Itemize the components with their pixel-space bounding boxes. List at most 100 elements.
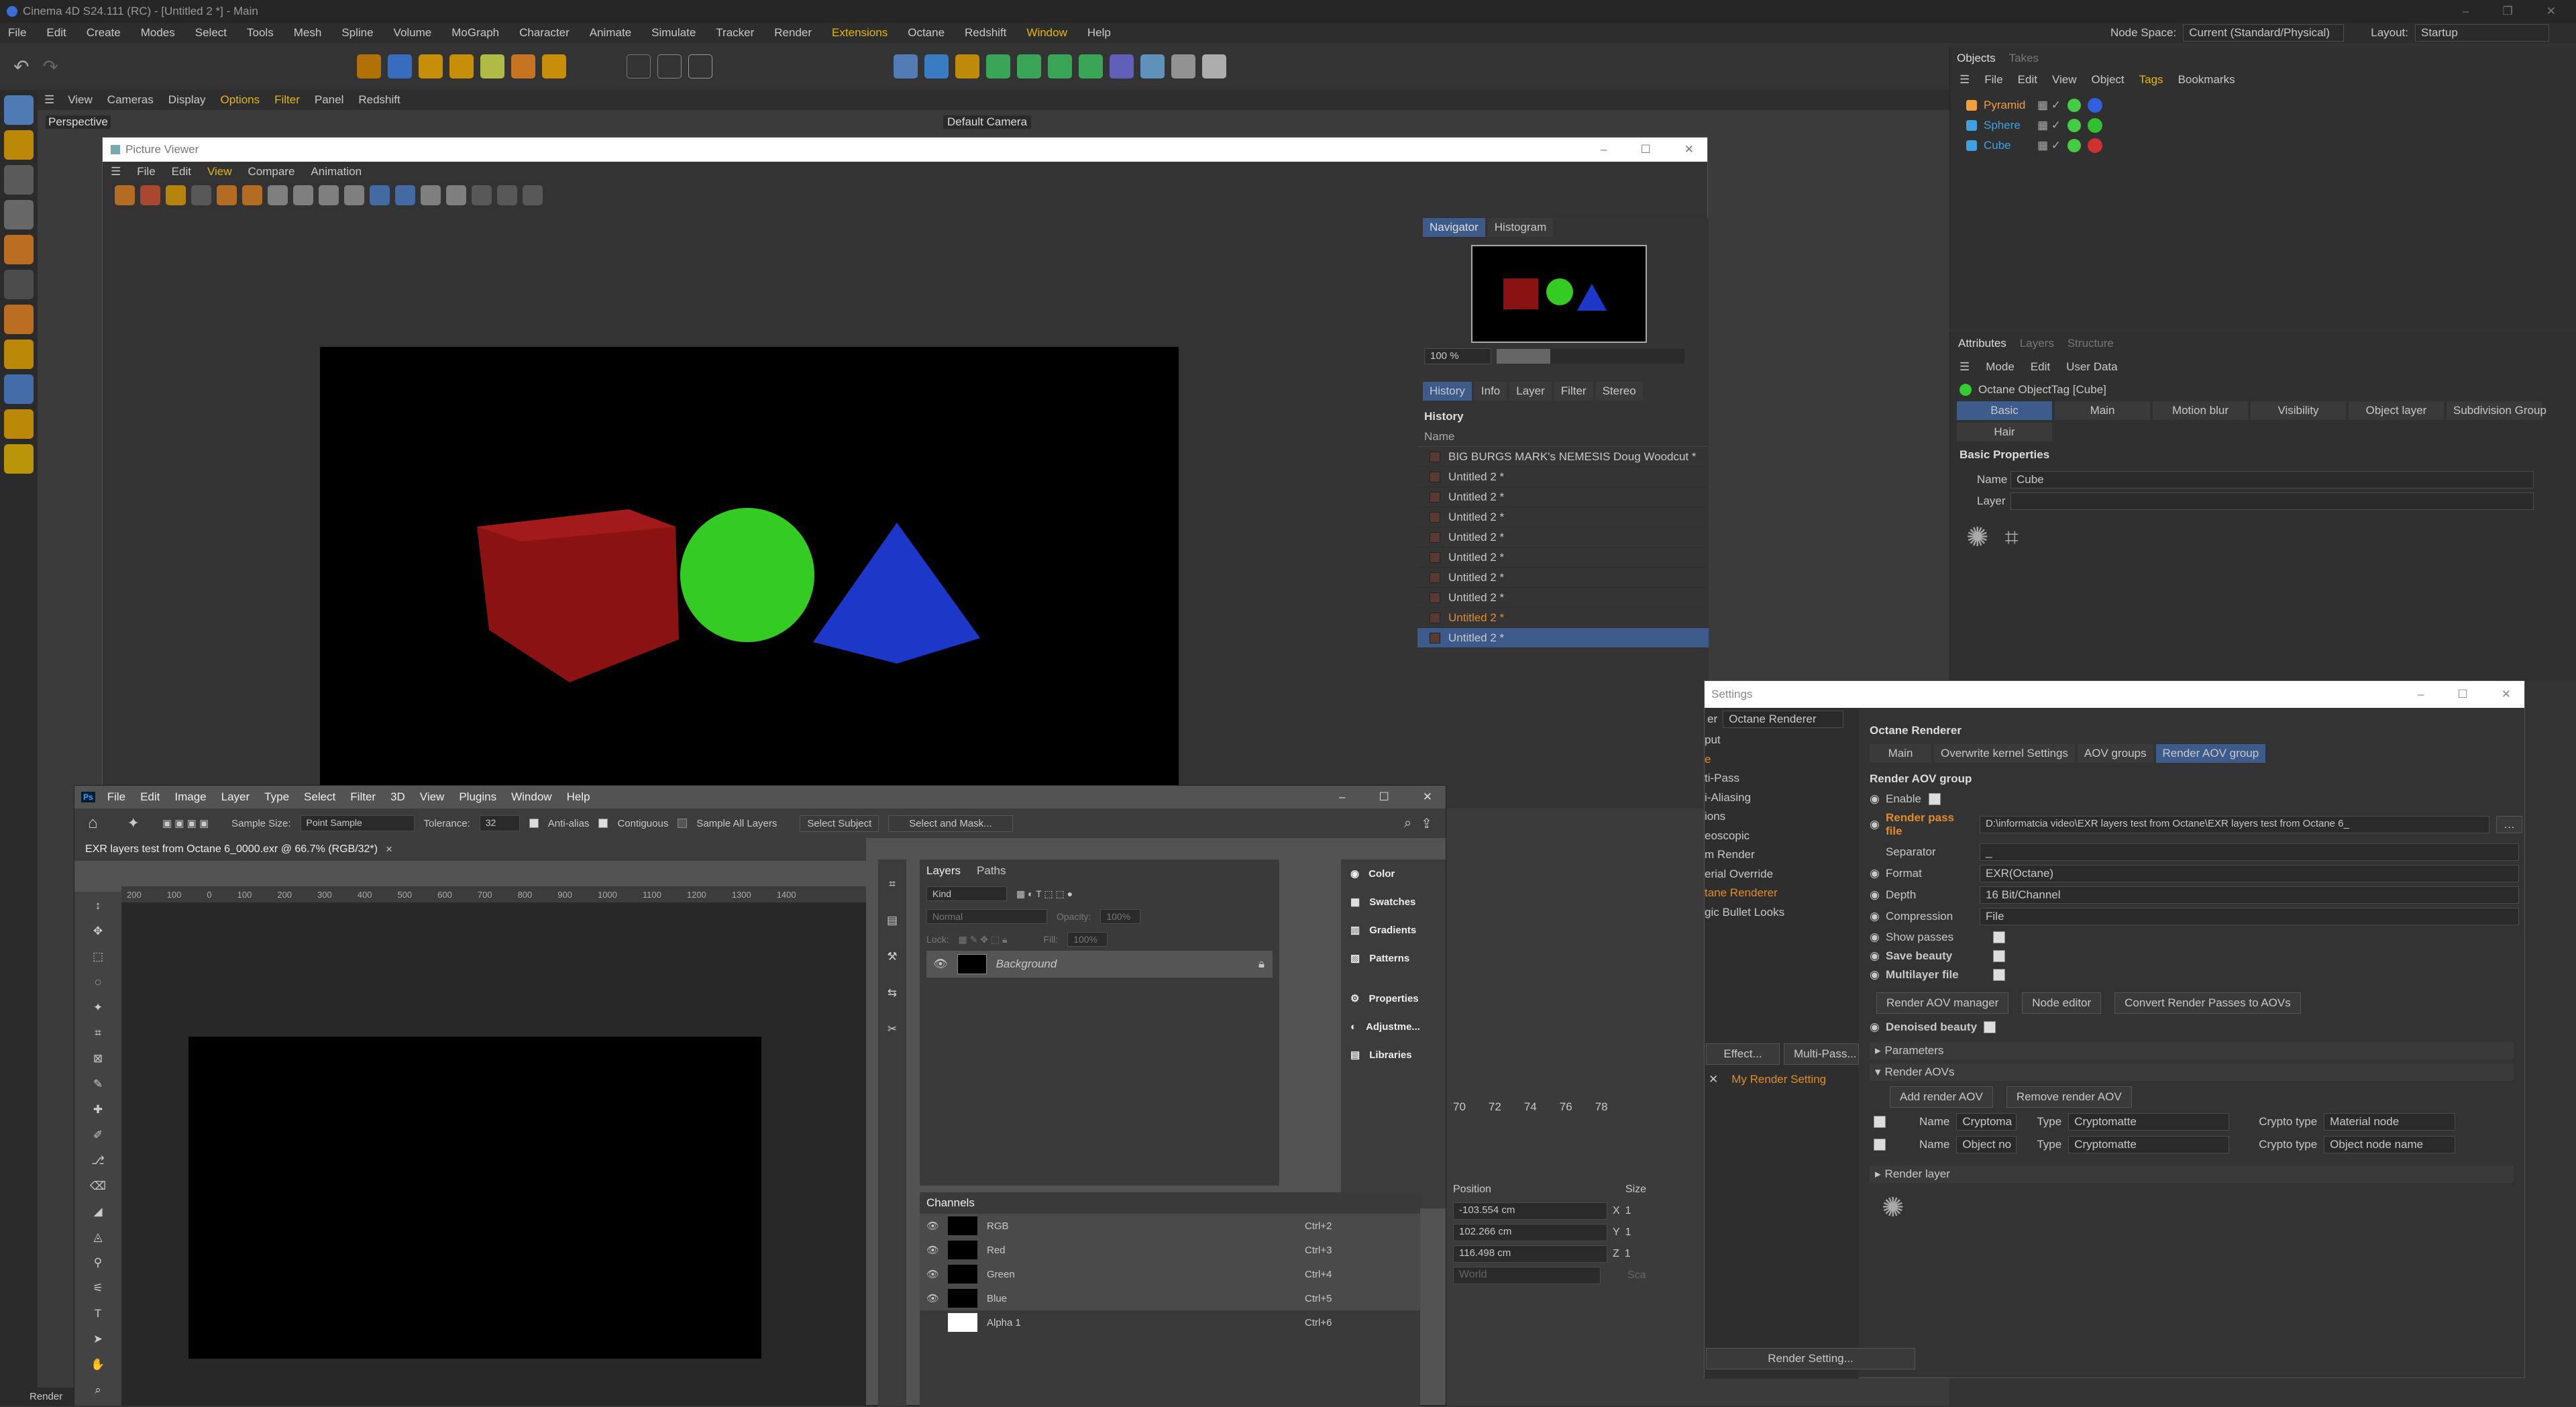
history-row[interactable]: Untitled 2 * — [1417, 527, 1709, 548]
minimize-icon[interactable]: – — [2463, 5, 2469, 18]
aov-name-input[interactable]: Cryptoma — [1956, 1113, 2017, 1131]
pv-tool-icon[interactable] — [370, 185, 390, 205]
obj-menu-edit[interactable]: Edit — [2018, 73, 2037, 87]
ps-tool-icon[interactable]: ⬚ — [87, 945, 109, 968]
pv-tool-icon[interactable] — [242, 185, 262, 205]
ps-tool-icon[interactable]: ✎ — [87, 1073, 109, 1096]
rs-left-item[interactable]: erial Override — [1705, 865, 1859, 884]
browse-button[interactable]: … — [2496, 816, 2522, 833]
material-tag-icon[interactable] — [2088, 138, 2103, 153]
ps-tool-icon[interactable]: ↕ — [87, 894, 109, 917]
ps-tool-icon[interactable]: ⌕ — [87, 1379, 109, 1402]
render-aovs-group[interactable]: Render AOVs — [1885, 1065, 1955, 1079]
subtab-object-layer[interactable]: Object layer — [2349, 401, 2444, 420]
pos-y-field[interactable]: 102.266 cm — [1453, 1224, 1607, 1241]
tab-takes[interactable]: Takes — [2009, 52, 2039, 65]
object-create-icon[interactable] — [1047, 54, 1072, 79]
pv-tool-icon[interactable] — [523, 185, 543, 205]
effect-button[interactable]: Effect... — [1706, 1043, 1780, 1065]
tool-icon[interactable] — [387, 54, 412, 79]
ps-tool-icon[interactable]: ◌ — [87, 971, 109, 994]
aov-type-select[interactable]: Cryptomatte — [2068, 1136, 2230, 1153]
axis-lock-icon[interactable] — [688, 54, 712, 79]
multilayer-checkbox[interactable] — [1993, 969, 2005, 981]
vp-menu-cameras[interactable]: Cameras — [107, 93, 154, 107]
tab-filter[interactable]: Filter — [1554, 382, 1593, 401]
pv-tool-icon[interactable] — [217, 185, 237, 205]
mode-icon[interactable] — [4, 95, 34, 125]
channel-row[interactable]: 👁︎ Green Ctrl+4 — [920, 1262, 1420, 1286]
size-x-field[interactable]: 1 — [1625, 1205, 1631, 1217]
aov-enable-checkbox[interactable] — [1874, 1116, 1886, 1128]
my-render-setting[interactable]: My Render Setting — [1731, 1073, 1826, 1086]
rs-tab-main[interactable]: Main — [1870, 744, 1931, 763]
ps-tool-icon[interactable]: ⚟ — [87, 1277, 109, 1300]
subtab-main[interactable]: Main — [2055, 401, 2150, 420]
sample-all-checkbox[interactable] — [678, 819, 688, 828]
object-create-icon[interactable] — [1201, 54, 1226, 79]
eye-icon[interactable]: 👁︎ — [926, 1292, 939, 1304]
ps-panel-icon[interactable]: ⇆ — [881, 982, 904, 1004]
maximize-icon[interactable]: ❐ — [2503, 5, 2513, 18]
ps-tool-icon[interactable]: ➤ — [87, 1328, 109, 1351]
ps-menu-type[interactable]: Type — [264, 790, 289, 804]
sample-size-select[interactable]: Point Sample — [300, 815, 415, 831]
maximize-icon[interactable]: ☐ — [1641, 143, 1651, 156]
history-row[interactable]: Untitled 2 * — [1417, 507, 1709, 527]
menu-character[interactable]: Character — [519, 26, 570, 40]
world-select[interactable]: World — [1453, 1267, 1601, 1284]
close-icon[interactable]: ✕ — [1709, 1073, 1718, 1086]
select-subject-button[interactable]: Select Subject — [800, 815, 879, 832]
material-tag-icon[interactable] — [2088, 118, 2103, 133]
render-pass-path[interactable]: D:\informatcia video\EXR layers test fro… — [1980, 816, 2489, 833]
tab-history[interactable]: History — [1423, 382, 1472, 401]
attr-menu-edit[interactable]: Edit — [2031, 360, 2050, 374]
tab-objects[interactable]: Objects — [1957, 52, 1996, 65]
compression-select[interactable]: File — [1980, 908, 2519, 925]
size-z-field[interactable]: 1 — [1625, 1248, 1631, 1260]
side-panel-adjustme[interactable]: ◐ Adjustme... — [1341, 1012, 1446, 1041]
redo-icon[interactable]: ↷ — [42, 56, 58, 78]
fill-input[interactable]: 100% — [1067, 932, 1108, 947]
filter-icons[interactable]: ▦ ◐ T ⬚ ⬚ ● — [1016, 888, 1073, 900]
side-panel-patterns[interactable]: ▨ Patterns — [1341, 944, 1446, 972]
undo-icon[interactable]: ↶ — [13, 56, 29, 78]
selection-mode-icons[interactable]: ▣ ▣ ▣ ▣ — [162, 817, 209, 829]
maximize-icon[interactable]: ☐ — [2458, 688, 2468, 701]
vp-menu-panel[interactable]: Panel — [315, 93, 343, 107]
octane-tag-icon[interactable] — [2068, 119, 2082, 132]
axis-lock-icon[interactable] — [657, 54, 682, 79]
pv-tool-icon[interactable] — [293, 185, 313, 205]
denoised-checkbox[interactable] — [1984, 1021, 1996, 1033]
mode-icon[interactable] — [4, 409, 34, 439]
ps-menu-edit[interactable]: Edit — [140, 790, 160, 804]
pv-tool-icon[interactable] — [319, 185, 339, 205]
ps-menu-select[interactable]: Select — [304, 790, 335, 804]
pv-tool-icon[interactable] — [115, 185, 135, 205]
zoom-field[interactable]: 100 % — [1424, 348, 1491, 364]
octane-help-icon[interactable]: ✺ — [1966, 522, 1989, 553]
close-icon[interactable]: × — [386, 843, 392, 856]
eye-icon[interactable]: 👁︎ — [933, 957, 948, 971]
separator-input[interactable]: _ — [1980, 843, 2519, 861]
material-tag-icon[interactable] — [2088, 98, 2103, 113]
pos-z-field[interactable]: 116.498 cm — [1453, 1245, 1607, 1263]
size-y-field[interactable]: 1 — [1625, 1227, 1631, 1239]
ps-tool-icon[interactable]: ✦ — [87, 996, 109, 1019]
octane-tag-icon[interactable] — [2068, 139, 2082, 152]
ps-menu-window[interactable]: Window — [511, 790, 551, 804]
history-row[interactable]: Untitled 2 * — [1417, 608, 1709, 628]
layer-input[interactable] — [2010, 492, 2534, 510]
rs-left-item[interactable]: e — [1705, 750, 1859, 770]
tab-stereo[interactable]: Stereo — [1595, 382, 1643, 401]
mode-icon[interactable] — [4, 444, 34, 474]
ps-tool-icon[interactable]: ✐ — [87, 1124, 109, 1147]
hamburger-icon[interactable]: ☰ — [1960, 360, 1970, 374]
eye-icon[interactable]: 👁︎ — [926, 1244, 939, 1256]
vp-menu-view[interactable]: View — [68, 93, 93, 107]
mode-icon[interactable] — [4, 374, 34, 404]
object-row[interactable]: Sphere ▦ ✓ — [1966, 115, 2576, 136]
node-editor-button[interactable]: Node editor — [2022, 992, 2102, 1014]
object-create-icon[interactable] — [893, 54, 918, 79]
tab-layers[interactable]: Layers — [2020, 337, 2054, 350]
